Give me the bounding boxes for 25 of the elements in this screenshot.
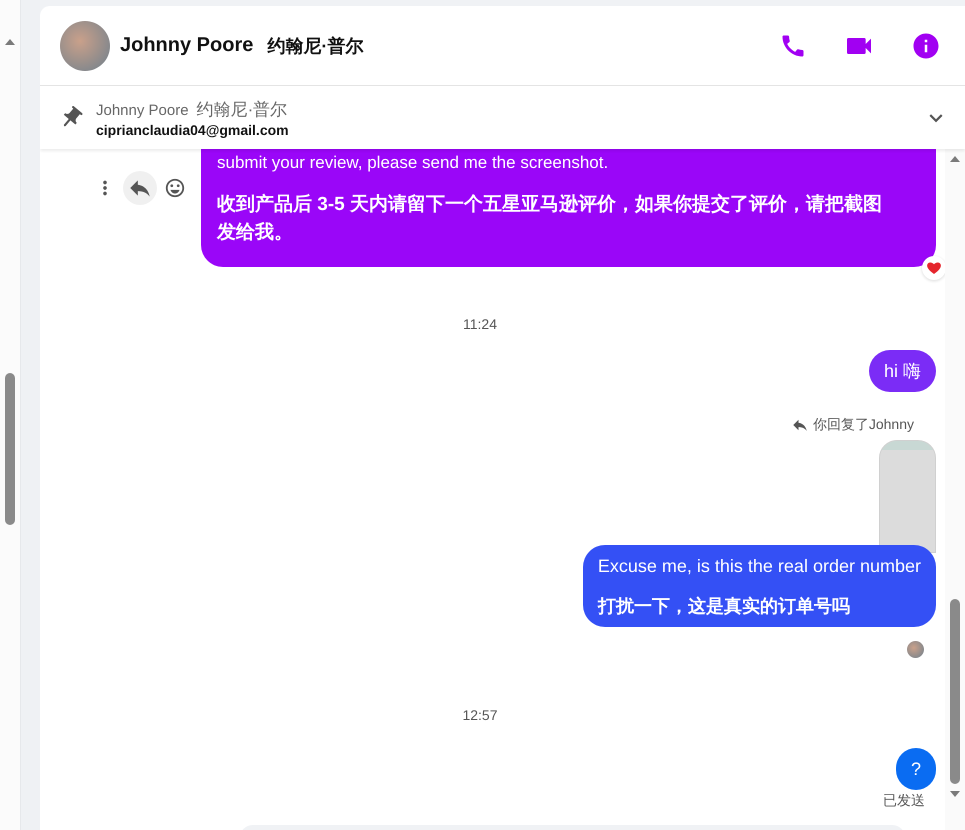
- pinned-name: Johnny Poore: [96, 102, 189, 118]
- pinned-email: ciprianclaudia04@gmail.com: [96, 122, 289, 138]
- screenshot-thumbnail[interactable]: [879, 440, 936, 553]
- scroll-up-arrow-icon[interactable]: [4, 38, 16, 46]
- info-icon[interactable]: [911, 30, 941, 60]
- scrollbar-thumb[interactable]: [5, 373, 15, 525]
- timestamp: 11:24: [463, 316, 497, 332]
- message-text: Excuse me, is this the real order number: [598, 555, 921, 578]
- message-text: 打扰一下，这是真实的订单号吗: [598, 595, 851, 618]
- reply-icon[interactable]: [123, 171, 157, 205]
- contact-name-chinese: 约翰尼·普尔: [267, 34, 364, 58]
- contact-name: Johnny Poore: [120, 34, 254, 57]
- message-text: hi 嗨: [884, 360, 921, 383]
- contact-avatar[interactable]: [60, 20, 110, 70]
- sent-status: 已发送: [883, 792, 925, 810]
- message-text: ?: [910, 758, 921, 781]
- reply-note: 你回复了Johnny: [812, 416, 914, 434]
- message-text: submit your review, please send me the screenshot.: [217, 152, 610, 174]
- message-text: 收到产品后 3-5 天内请留下一个五星亚马逊评价，如果你提交了评价，请把截图发给我。: [217, 192, 884, 245]
- scroll-up-arrow-icon[interactable]: [949, 155, 961, 163]
- timestamp: 12:57: [462, 707, 498, 723]
- scroll-down-arrow-icon[interactable]: [949, 790, 961, 798]
- seen-avatar: [907, 641, 924, 658]
- scrollbar-thumb[interactable]: [950, 599, 960, 784]
- pinned-name-chinese: 约翰尼·普尔: [196, 98, 288, 120]
